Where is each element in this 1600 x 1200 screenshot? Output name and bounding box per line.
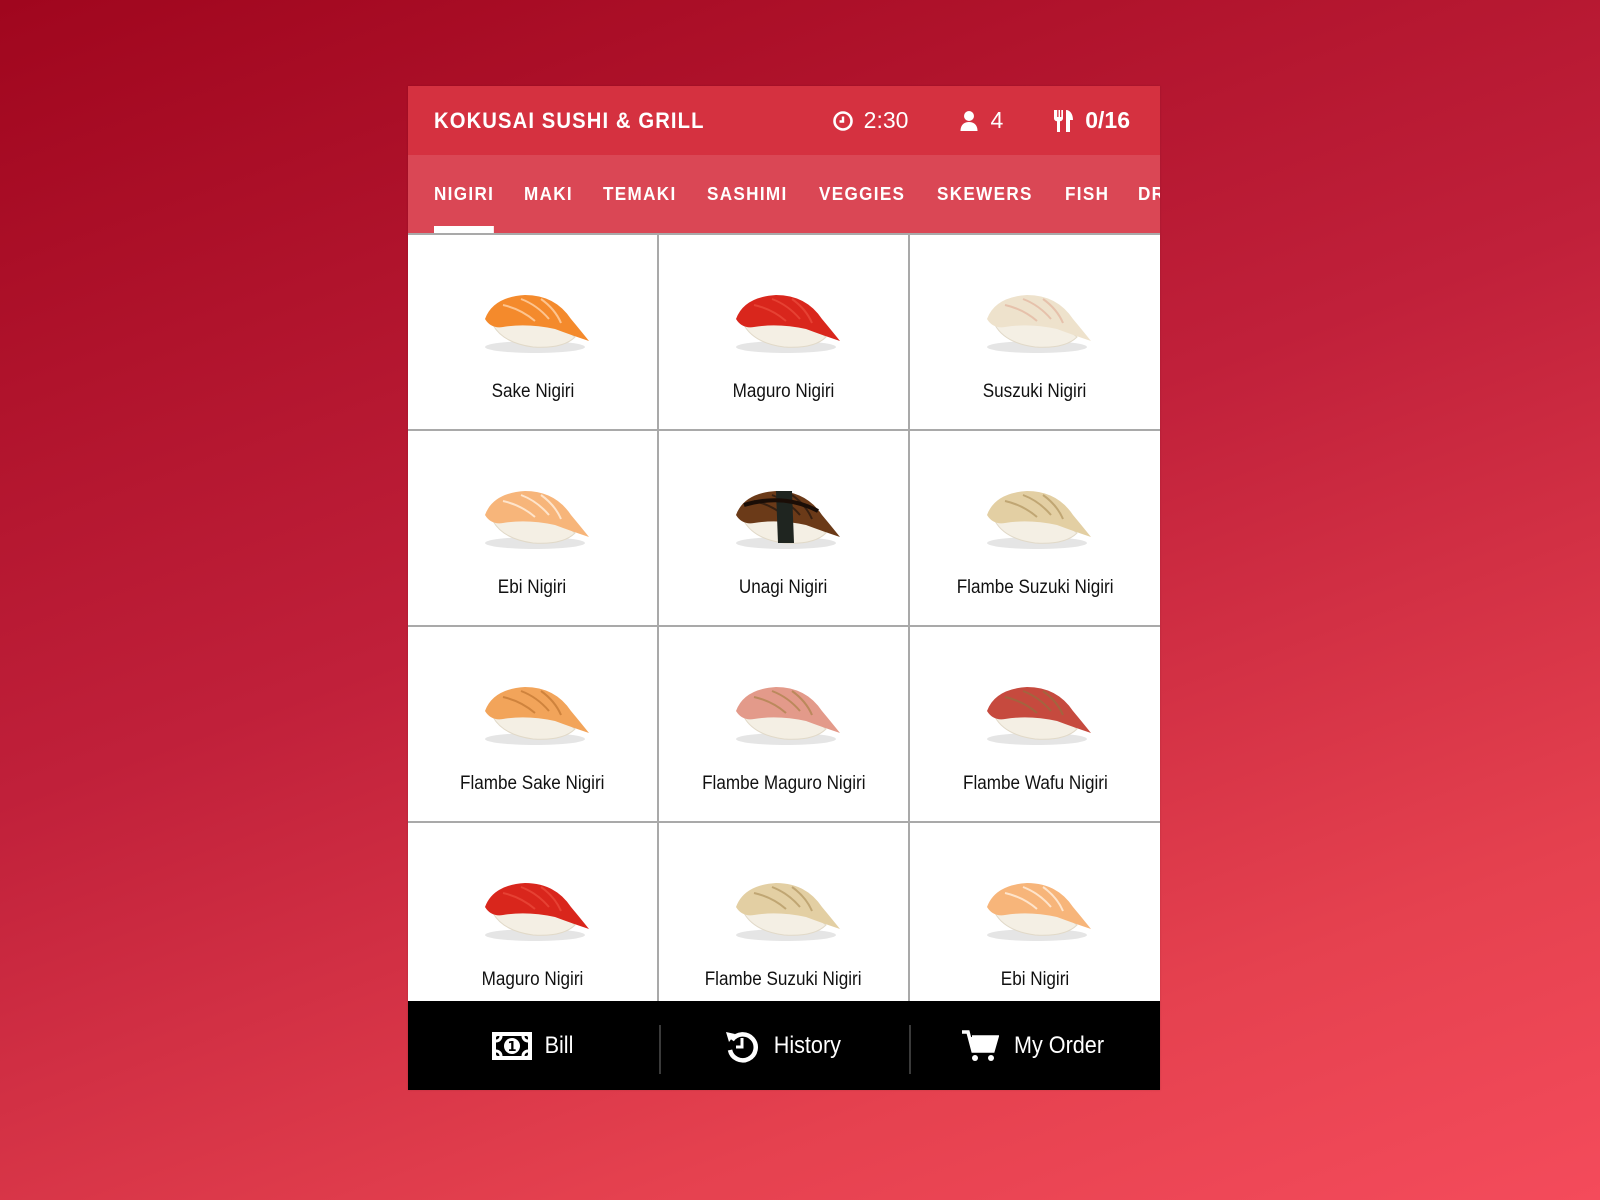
my-order-button[interactable]: My Order xyxy=(909,1001,1160,1090)
menu-item-name: Flambe Suzuki Nigiri xyxy=(705,969,862,990)
bill-icon: 1 xyxy=(491,1031,533,1061)
restaurant-name: KOKUSAI SUSHI & GRILL xyxy=(434,107,705,133)
bottom-action-bar: 1 Bill History My Order xyxy=(408,1001,1160,1090)
svg-text:1: 1 xyxy=(508,1040,517,1055)
nigiri-image xyxy=(463,471,603,557)
nigiri-image xyxy=(463,275,603,361)
timer-value: 2:30 xyxy=(863,107,909,133)
history-icon xyxy=(724,1028,760,1064)
menu-item-name: Maguro Nigiri xyxy=(732,381,835,402)
tab-temaki[interactable]: TEMAKI xyxy=(603,155,677,233)
tab-drinks[interactable]: DRINKS xyxy=(1138,155,1160,233)
bill-label: Bill xyxy=(544,1031,574,1059)
user-icon xyxy=(958,110,980,132)
nigiri-image xyxy=(965,863,1105,949)
menu-item-name: Ebi Nigiri xyxy=(1000,969,1070,990)
nigiri-image xyxy=(965,471,1105,557)
nigiri-image xyxy=(965,275,1105,361)
menu-item[interactable]: Flambe Maguro Nigiri xyxy=(659,627,910,823)
orders-status: 0/16 xyxy=(1053,107,1130,134)
nigiri-image xyxy=(714,667,854,753)
menu-item[interactable]: Flambe Wafu Nigiri xyxy=(910,627,1160,823)
sushi-ordering-app: KOKUSAI SUSHI & GRILL 2:30 4 0/16 NIGIRI… xyxy=(408,86,1160,1090)
orders-count: 0/16 xyxy=(1085,107,1130,133)
guests-status: 4 xyxy=(958,107,1003,134)
menu-grid: Sake Nigiri Maguro Nigiri Suszuki Nigiri Eb… xyxy=(408,233,1160,1019)
menu-item-name: Suszuki Nigiri xyxy=(983,381,1087,402)
menu-item-name: Flambe Wafu Nigiri xyxy=(962,773,1108,794)
menu-item[interactable]: Maguro Nigiri xyxy=(408,823,659,1019)
nigiri-image xyxy=(463,863,603,949)
menu-item-name: Flambe Maguro Nigiri xyxy=(701,773,866,794)
my-order-label: My Order xyxy=(1013,1031,1104,1059)
guests-value: 4 xyxy=(990,107,1004,133)
tab-nigiri[interactable]: NIGIRI xyxy=(434,155,495,233)
menu-item[interactable]: Flambe Suzuki Nigiri xyxy=(659,823,910,1019)
clock-icon xyxy=(832,110,854,132)
menu-item[interactable]: Unagi Nigiri xyxy=(659,431,910,627)
menu-item-name: Sake Nigiri xyxy=(491,381,574,402)
nigiri-image xyxy=(714,471,854,557)
tab-veggies[interactable]: VEGGIES xyxy=(819,155,905,233)
menu-item-name: Flambe Sake Nigiri xyxy=(460,773,605,794)
timer-status: 2:30 xyxy=(832,107,909,134)
history-button[interactable]: History xyxy=(658,1001,910,1090)
app-header: KOKUSAI SUSHI & GRILL 2:30 4 0/16 xyxy=(408,86,1160,155)
tab-skewers[interactable]: SKEWERS xyxy=(937,155,1033,233)
history-label: History xyxy=(773,1031,841,1059)
menu-item[interactable]: Ebi Nigiri xyxy=(910,823,1160,1019)
menu-item-name: Ebi Nigiri xyxy=(498,577,567,598)
menu-item[interactable]: Ebi Nigiri xyxy=(408,431,659,627)
nigiri-image xyxy=(714,863,854,949)
menu-item-name: Maguro Nigiri xyxy=(481,969,584,990)
tab-maki[interactable]: MAKI xyxy=(524,155,573,233)
nigiri-image xyxy=(463,667,603,753)
menu-item[interactable]: Suszuki Nigiri xyxy=(910,235,1160,431)
menu-item[interactable]: Maguro Nigiri xyxy=(659,235,910,431)
menu-item[interactable]: Flambe Suzuki Nigiri xyxy=(910,431,1160,627)
nigiri-image xyxy=(965,667,1105,753)
menu-item[interactable]: Sake Nigiri xyxy=(408,235,659,431)
bill-button[interactable]: 1 Bill xyxy=(408,1001,659,1090)
menu-item-name: Flambe Suzuki Nigiri xyxy=(956,577,1114,598)
nigiri-image xyxy=(714,275,854,361)
tab-fish[interactable]: FISH xyxy=(1065,155,1109,233)
tab-sashimi[interactable]: SASHIMI xyxy=(707,155,788,233)
menu-item[interactable]: Flambe Sake Nigiri xyxy=(408,627,659,823)
menu-item-name: Unagi Nigiri xyxy=(739,577,828,598)
utensils-icon xyxy=(1053,109,1075,132)
cart-icon xyxy=(961,1029,999,1063)
category-tabs: NIGIRI MAKI TEMAKI SASHIMI VEGGIES SKEWERS FIS… xyxy=(408,155,1160,233)
